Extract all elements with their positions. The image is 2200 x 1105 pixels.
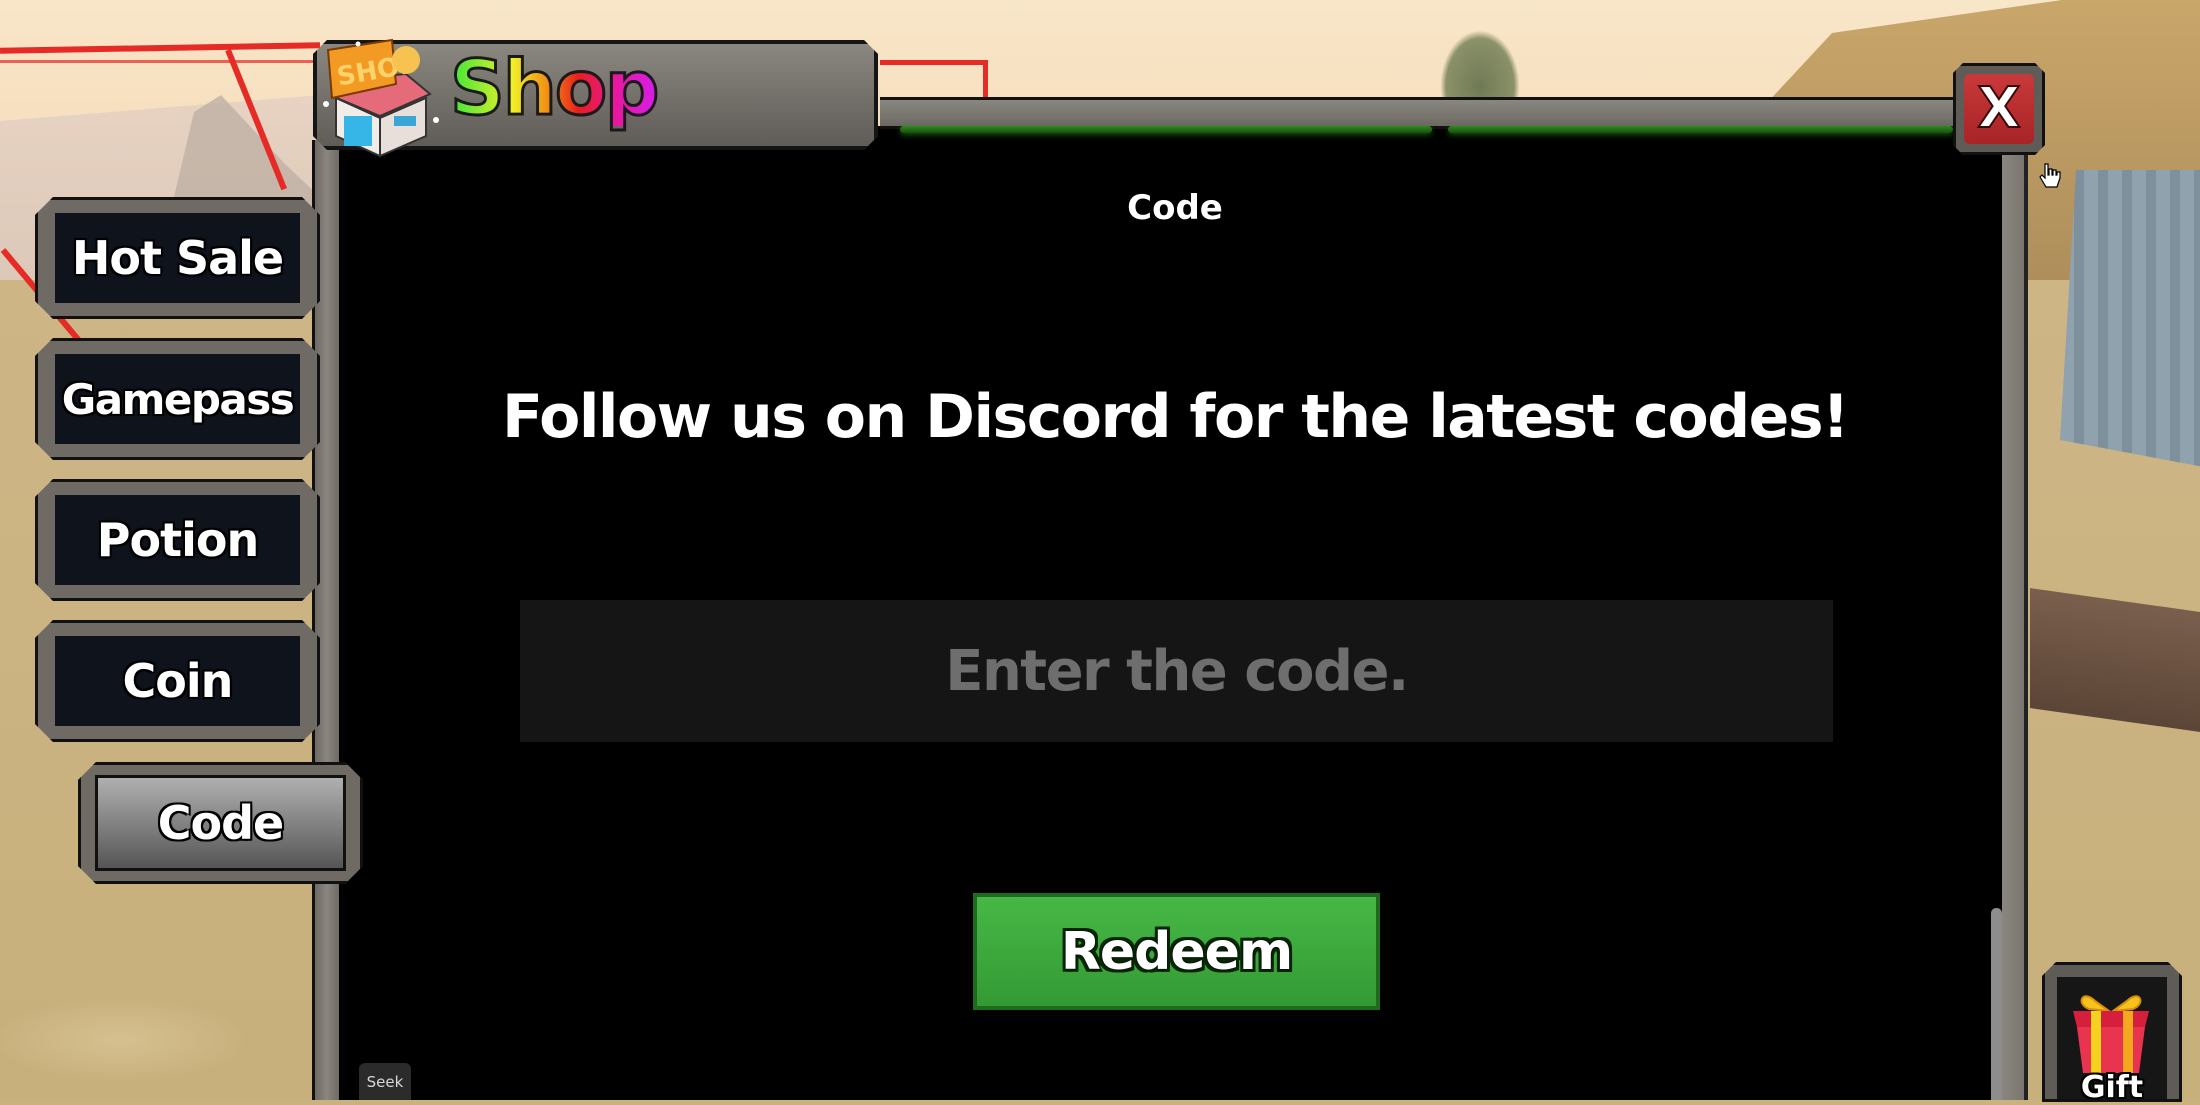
seek-tooltip: Seek	[359, 1063, 411, 1100]
zone-boundary-line	[0, 60, 320, 63]
close-button[interactable]: X	[1953, 63, 2045, 155]
shop-storefront-icon: SHOP	[323, 38, 439, 158]
sidebar-item-label: Code	[157, 796, 284, 850]
glow-bar-right	[1448, 126, 1953, 133]
sidebar-item-label: Gamepass	[61, 374, 294, 424]
palm-tree	[1440, 30, 1520, 100]
sidebar-item-label: Coin	[122, 654, 233, 708]
sidebar-item-hot-sale[interactable]: Hot Sale	[35, 197, 320, 319]
discord-promo-text: Follow us on Discord for the latest code…	[502, 382, 1849, 452]
zone-boundary-line	[880, 60, 985, 65]
metal-container	[2060, 170, 2200, 470]
tab-face: Coin	[55, 636, 300, 726]
sidebar-item-code[interactable]: Code	[78, 762, 363, 884]
sidebar-item-label: Hot Sale	[71, 231, 284, 285]
sidebar-item-label: Potion	[96, 513, 259, 567]
close-button-face: X	[1964, 74, 2034, 144]
section-title: Code	[1127, 188, 1223, 228]
zone-boundary-line	[983, 60, 988, 98]
gift-box-icon	[2065, 987, 2157, 1075]
sidebar-item-potion[interactable]: Potion	[35, 479, 320, 601]
tab-face: Potion	[55, 495, 300, 585]
gift-button[interactable]: Gift	[2042, 962, 2182, 1102]
sidebar-item-coin[interactable]: Coin	[35, 620, 320, 742]
panel-frame-right	[2002, 155, 2028, 1100]
panel-frame-top	[880, 97, 1955, 129]
redeem-label: Redeem	[1060, 921, 1293, 982]
tab-face: Gamepass	[55, 354, 300, 444]
wooden-plank	[2030, 588, 2200, 732]
code-input[interactable]	[520, 600, 1833, 742]
shop-title: Shop	[448, 43, 660, 132]
redeem-button[interactable]: Redeem	[973, 893, 1380, 1010]
close-icon: X	[1977, 76, 2021, 141]
tab-face: Hot Sale	[55, 213, 300, 303]
content-scrollbar[interactable]	[1991, 908, 2002, 1100]
hand-pointer-cursor-icon	[2039, 163, 2061, 188]
sidebar-item-gamepass[interactable]: Gamepass	[35, 338, 320, 460]
glow-bar-left	[900, 126, 1432, 133]
tab-face: Code	[98, 778, 343, 868]
